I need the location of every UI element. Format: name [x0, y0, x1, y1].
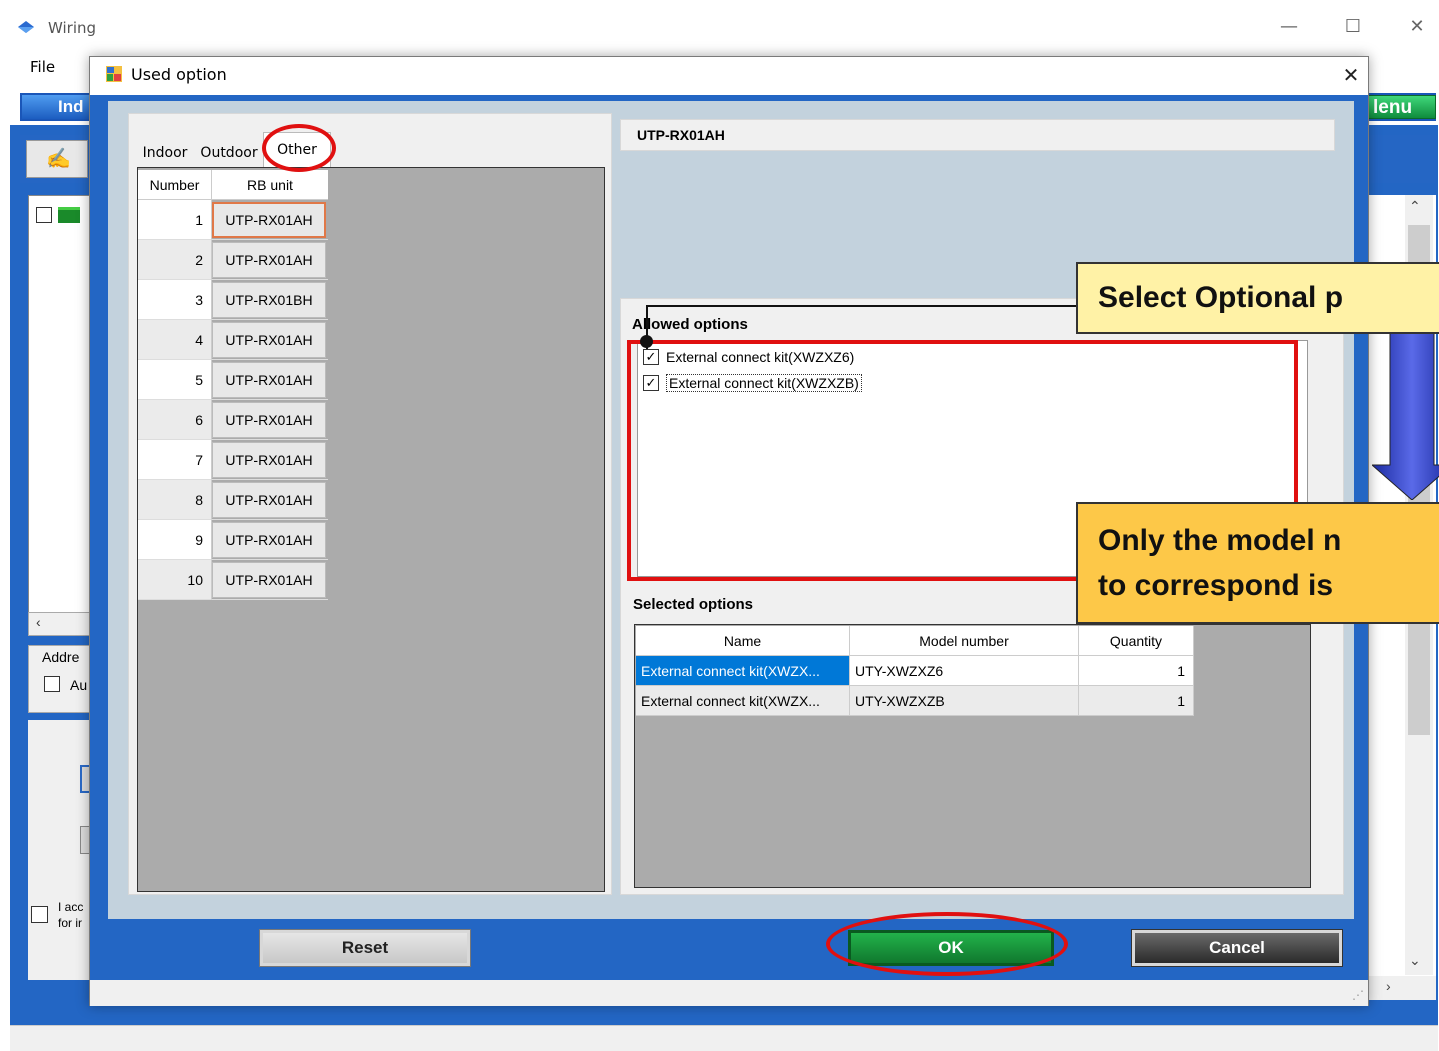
- row-number: 4: [138, 320, 212, 360]
- column-header-rb-unit: RB unit: [212, 170, 328, 200]
- row-number: 5: [138, 360, 212, 400]
- row-number: 7: [138, 440, 212, 480]
- resize-grip-icon[interactable]: ⋰: [1352, 988, 1364, 1002]
- leader-line: [646, 305, 1078, 307]
- dialog-status-strip: [90, 980, 1368, 1006]
- unit-button[interactable]: UTP-RX01AH: [212, 322, 326, 358]
- unit-button[interactable]: UTP-RX01AH: [212, 242, 326, 278]
- menu-button[interactable]: lenu: [1366, 95, 1436, 119]
- auto-address-checkbox[interactable]: [44, 676, 60, 692]
- scroll-right-icon[interactable]: ›: [1386, 978, 1391, 994]
- pencil-icon: ✍: [46, 148, 71, 170]
- allowed-options-label: Allowed options: [632, 316, 748, 333]
- callout-only-model: Only the model n to correspond is: [1076, 502, 1439, 624]
- callout-only-line2: to correspond is: [1098, 569, 1334, 602]
- close-window-button[interactable]: ✕: [1402, 14, 1432, 40]
- accept-text-line2: for ir: [58, 916, 82, 930]
- leader-dot: [640, 335, 653, 348]
- table-row: UTP-RX01AH: [212, 360, 328, 400]
- cell-name[interactable]: External connect kit(XWZX...: [636, 686, 850, 716]
- reset-button[interactable]: Reset: [259, 929, 471, 967]
- unit-button[interactable]: UTP-RX01AH: [212, 202, 326, 238]
- folder-icon: [58, 207, 80, 223]
- row-number: 8: [138, 480, 212, 520]
- selected-options-label: Selected options: [633, 596, 754, 613]
- unit-button[interactable]: UTP-RX01AH: [212, 402, 326, 438]
- table-row: UTP-RX01AH: [212, 480, 328, 520]
- maximize-button[interactable]: ☐: [1338, 14, 1368, 40]
- tab-indoor[interactable]: Indoor: [137, 137, 193, 167]
- auto-address-label: Au: [70, 677, 88, 693]
- table-row: UTP-RX01AH: [212, 440, 328, 480]
- cell-quantity[interactable]: 1: [1079, 656, 1194, 686]
- callout-select-optional: Select Optional p: [1076, 262, 1439, 334]
- row-number: 10: [138, 560, 212, 600]
- unit-button[interactable]: UTP-RX01AH: [212, 482, 326, 518]
- cell-model[interactable]: UTY-XWZXZB: [850, 686, 1079, 716]
- dialog-close-button[interactable]: ✕: [1336, 60, 1366, 90]
- unit-button[interactable]: UTP-RX01AH: [212, 442, 326, 478]
- cell-model[interactable]: UTY-XWZXZ6: [850, 656, 1079, 686]
- scroll-down-icon[interactable]: ⌄: [1409, 952, 1421, 969]
- cell-name[interactable]: External connect kit(XWZX...: [636, 656, 850, 686]
- tab-outdoor[interactable]: Outdoor: [196, 137, 262, 167]
- column-header-quantity: Quantity: [1079, 626, 1194, 656]
- unit-button[interactable]: UTP-RX01AH: [212, 362, 326, 398]
- highlight-ellipse-ok: [826, 912, 1068, 976]
- address-group-label: Addre: [42, 649, 80, 665]
- row-number: 2: [138, 240, 212, 280]
- unit-button[interactable]: UTP-RX01AH: [212, 522, 326, 558]
- table-row: UTP-RX01AH: [212, 560, 328, 600]
- tree-checkbox[interactable]: [36, 207, 52, 223]
- table-row: UTP-RX01AH: [212, 200, 328, 240]
- row-number: 6: [138, 400, 212, 440]
- callout-only-line1: Only the model n: [1098, 524, 1342, 557]
- row-number: 9: [138, 520, 212, 560]
- dialog-title: Used option: [131, 65, 227, 84]
- app-logo-icon: [18, 21, 34, 33]
- table-row: UTP-RX01AH: [212, 320, 328, 360]
- tree-panel: [28, 195, 98, 635]
- table-row: UTP-RX01AH: [212, 400, 328, 440]
- scroll-left-icon[interactable]: ‹: [36, 614, 41, 630]
- table-row: UTP-RX01AH: [212, 520, 328, 560]
- row-number: 1: [138, 200, 212, 240]
- row-number: 3: [138, 280, 212, 320]
- cell-quantity[interactable]: 1: [1079, 686, 1194, 716]
- accept-text-line1: I acc: [58, 900, 84, 914]
- cancel-button[interactable]: Cancel: [1131, 929, 1343, 967]
- accept-checkbox[interactable]: [31, 906, 48, 923]
- down-arrow-icon: [1372, 330, 1439, 500]
- main-titlebar: [0, 8, 1439, 48]
- main-window-title: Wiring: [48, 19, 97, 37]
- menu-file[interactable]: File: [30, 58, 55, 76]
- window-app-icon: [106, 66, 122, 82]
- unit-button[interactable]: UTP-RX01AH: [212, 562, 326, 598]
- minimize-button[interactable]: —: [1274, 14, 1304, 40]
- column-header-number: Number: [138, 170, 212, 200]
- scroll-up-icon[interactable]: ⌃: [1409, 198, 1421, 215]
- table-row: UTP-RX01AH: [212, 240, 328, 280]
- status-bar: [10, 1025, 1438, 1051]
- column-header-name: Name: [636, 626, 850, 656]
- highlight-ellipse-other-tab: [262, 124, 336, 172]
- selected-model-label: UTP-RX01AH: [637, 127, 725, 143]
- dialog-titlebar: [90, 57, 1368, 95]
- table-row: UTP-RX01BH: [212, 280, 328, 320]
- model-label-box: [620, 119, 1335, 151]
- column-header-model: Model number: [850, 626, 1079, 656]
- unit-button[interactable]: UTP-RX01BH: [212, 282, 326, 318]
